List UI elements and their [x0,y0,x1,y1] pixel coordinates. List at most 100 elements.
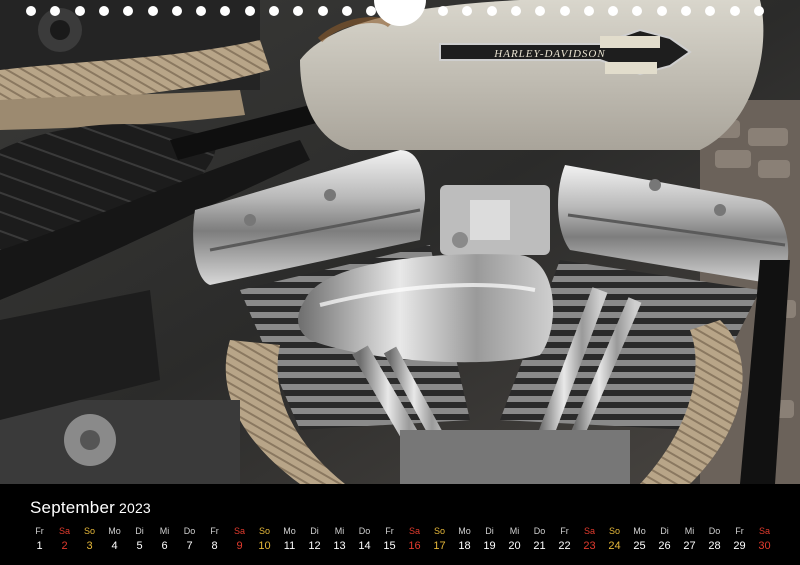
day-number: 3 [86,540,93,552]
day-cell: So 17 [427,524,452,554]
weekday-label: Mi [159,526,170,536]
weekday-label: Sa [408,526,420,536]
day-number: 1 [36,540,43,552]
day-cell: Di 19 [477,524,502,554]
day-cell: Mi 27 [677,524,702,554]
day-cell: Mi 13 [327,524,352,554]
weekday-label: Mi [509,526,520,536]
day-cell: Do 7 [177,524,202,554]
binding-hole [147,6,158,16]
day-cell: Mo 11 [277,524,302,554]
binding-hole [269,6,279,16]
binding-hole [50,6,61,16]
day-number: 8 [211,540,218,552]
binding-holes [0,0,800,26]
day-number: 5 [136,540,143,552]
binding-hole [681,6,691,16]
weekday-label: So [608,526,620,536]
day-number: 6 [161,540,168,552]
weekday-label: Sa [58,526,70,536]
weekday-label: Fr [735,526,744,536]
day-number: 21 [533,540,546,552]
binding-hole [559,6,570,16]
motorcycle-engine-photo: HARLEY-DAVIDSON [0,0,800,484]
day-number: 18 [458,540,471,552]
day-cell: Sa 9 [227,524,252,554]
weekday-label: Mo [283,526,296,536]
weekday-label: Di [135,526,144,536]
day-number: 12 [308,540,321,552]
day-number: 11 [283,540,296,552]
day-cell: Do 21 [527,524,552,554]
day-number: 19 [483,540,496,552]
day-cell: Di 5 [127,524,152,554]
binding-hole [341,6,352,16]
weekday-label: So [258,526,270,536]
weekday-label: Do [358,526,371,536]
day-number: 7 [186,540,193,552]
day-cell: So 24 [602,524,627,554]
binding-hole [98,6,109,16]
day-cell: Fr 22 [552,524,577,554]
weekday-label: Fr [560,526,569,536]
month-name: September [30,498,115,517]
day-cell: Sa 2 [52,524,77,554]
day-cell: Di 12 [302,524,327,554]
binding-hole [220,6,231,16]
weekday-label: Mo [458,526,471,536]
calendar-page: HARLEY-DAVIDSON September 2023 Fr 1 Sa 2… [0,0,800,565]
binding-hole [729,6,740,16]
binding-hole [656,6,667,16]
binding-hole [26,6,36,16]
day-number: 17 [433,540,446,552]
day-cell: Mi 20 [502,524,527,554]
month-heading: September 2023 [30,498,151,518]
day-number: 13 [333,540,346,552]
calendar-footer: September 2023 Fr 1 Sa 2 So 3 Mo 4 Di 5 Mi 6 Do 7 Fr 8 Sa… [0,484,800,565]
weekday-label: Do [708,526,721,536]
day-cell: Sa 30 [752,524,777,554]
weekday-label: So [433,526,445,536]
weekday-label: Fr [210,526,219,536]
weekday-label: Mi [684,526,695,536]
day-cell: Do 14 [352,524,377,554]
day-number: 29 [733,540,746,552]
binding-hole [486,6,497,16]
binding-hole [583,6,594,16]
binding-hole [753,6,764,16]
weekday-label: So [83,526,95,536]
day-cell: So 3 [77,524,102,554]
day-cell: Do 28 [702,524,727,554]
binding-hole [317,6,328,16]
binding-hole [123,6,134,16]
day-number: 26 [658,540,671,552]
binding-hole [293,6,304,16]
weekday-label: Mo [633,526,646,536]
day-cell: Mi 6 [152,524,177,554]
day-cell: Sa 23 [577,524,602,554]
day-number: 23 [583,540,596,552]
day-number: 9 [236,540,243,552]
day-number: 30 [758,540,771,552]
weekday-label: Di [310,526,319,536]
weekday-label: Do [183,526,196,536]
binding-hole [510,6,521,16]
binding-hole [608,6,619,16]
binding-hole [171,6,182,16]
binding-hole [244,6,255,16]
day-cell: Fr 29 [727,524,752,554]
weekday-label: Di [660,526,669,536]
day-cell: Di 26 [652,524,677,554]
weekday-label: Sa [233,526,245,536]
weekday-label: Sa [583,526,595,536]
weekday-label: Mi [334,526,345,536]
weekday-label: Di [485,526,494,536]
day-cell: Fr 15 [377,524,402,554]
binding-hole [366,6,377,16]
day-cell: Mo 18 [452,524,477,554]
day-number: 20 [508,540,521,552]
day-number: 27 [683,540,696,552]
binding-hole [462,6,473,16]
day-number: 2 [61,540,68,552]
weekday-label: Do [533,526,546,536]
